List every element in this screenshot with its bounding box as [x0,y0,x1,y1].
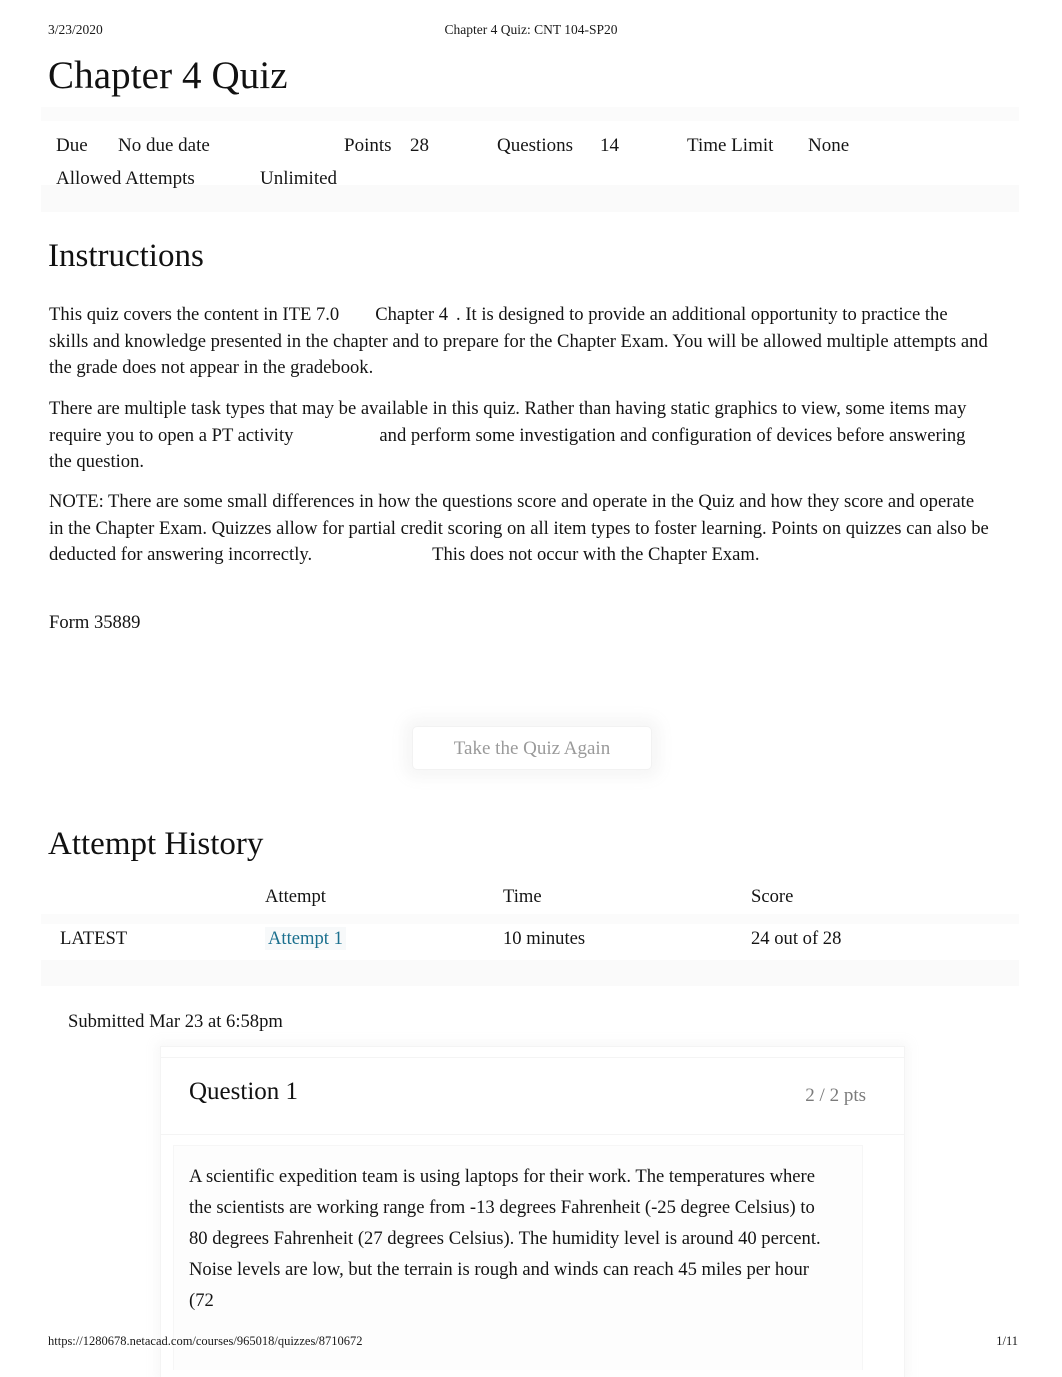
question-header-divider [161,1057,904,1058]
table-header-row: Attempt Time Score [41,876,1019,918]
print-footer: https://1280678.netacad.com/courses/9650… [0,1334,1062,1354]
footer-page-number: 1/11 [996,1334,1018,1348]
due-label: Due [56,135,88,156]
take-quiz-again-button[interactable]: Take the Quiz Again [412,726,652,770]
question-body-text: A scientific expedition team is using la… [189,1166,821,1311]
print-document-title: Chapter 4 Quiz: CNT 104-SP20 [444,22,618,37]
footer-url: https://1280678.netacad.com/courses/9650… [48,1334,363,1348]
column-header-score: Score [751,886,794,907]
points-label: Points [344,135,392,156]
print-header: 3/23/2020 Chapter 4 Quiz: CNT 104-SP20 [0,22,1062,42]
questions-value: 14 [600,135,619,156]
submitted-timestamp: Submitted Mar 23 at 6:58pm [68,1011,283,1032]
table-row: LATEST Attempt 1 10 minutes 24 out of 28 [41,918,1019,960]
attempt-time-value: 10 minutes [503,928,586,949]
due-value: No due date [118,135,210,156]
attempt-1-link[interactable]: Attempt 1 [265,927,346,950]
attempt-history-table: Attempt Time Score LATEST Attempt 1 10 m… [41,876,1019,986]
instructions-p1-part-a: This quiz covers the content in ITE 7.0 [49,304,340,325]
time-limit-label: Time Limit [687,135,774,156]
instructions-paragraph-1: This quiz covers the content in ITE 7.0 C… [49,302,989,382]
attempt-score-value: 24 out of 28 [751,928,842,949]
question-card: Question 1 2 / 2 pts A scientific expedi… [160,1046,905,1377]
attempt-cell: Attempt 1 [265,918,495,960]
latest-badge: LATEST [60,928,128,949]
allowed-attempts-label: Allowed Attempts [56,168,195,189]
instructions-heading: Instructions [48,238,204,274]
instructions-p1-part-b: Chapter 4 [375,304,449,325]
page-title: Chapter 4 Quiz [48,54,288,97]
allowed-attempts-value: Unlimited [260,168,338,189]
question-header: Question 1 2 / 2 pts [161,1057,904,1135]
quiz-meta-row-1: Due No due date Points 28 Questions 14 Time Li… [56,129,849,162]
points-value: 28 [410,135,429,156]
questions-label: Questions [497,135,573,156]
column-header-time: Time [503,886,542,907]
retake-quiz-area: Take the Quiz Again [406,718,661,778]
instructions-paragraph-3: NOTE: There are some small differences i… [49,489,989,569]
form-number: Form 35889 [49,612,141,633]
column-header-attempt: Attempt [265,886,326,907]
table-foot-band [41,960,1019,986]
quiz-results-page: 3/23/2020 Chapter 4 Quiz: CNT 104-SP20 C… [0,0,1062,1377]
quiz-meta-row-2: Allowed Attempts Unlimited [56,162,849,195]
time-limit-value: None [808,135,850,156]
instructions-p3-part-b: This does not occur with the Chapter Exa… [432,544,760,566]
quiz-meta: Due No due date Points 28 Questions 14 Time Li… [56,129,849,195]
question-points-badge: 2 / 2 pts [805,1085,866,1106]
question-title: Question 1 [189,1078,299,1105]
instructions-paragraph-2: There are multiple task types that may b… [49,396,989,476]
attempt-history-heading: Attempt History [48,826,264,862]
